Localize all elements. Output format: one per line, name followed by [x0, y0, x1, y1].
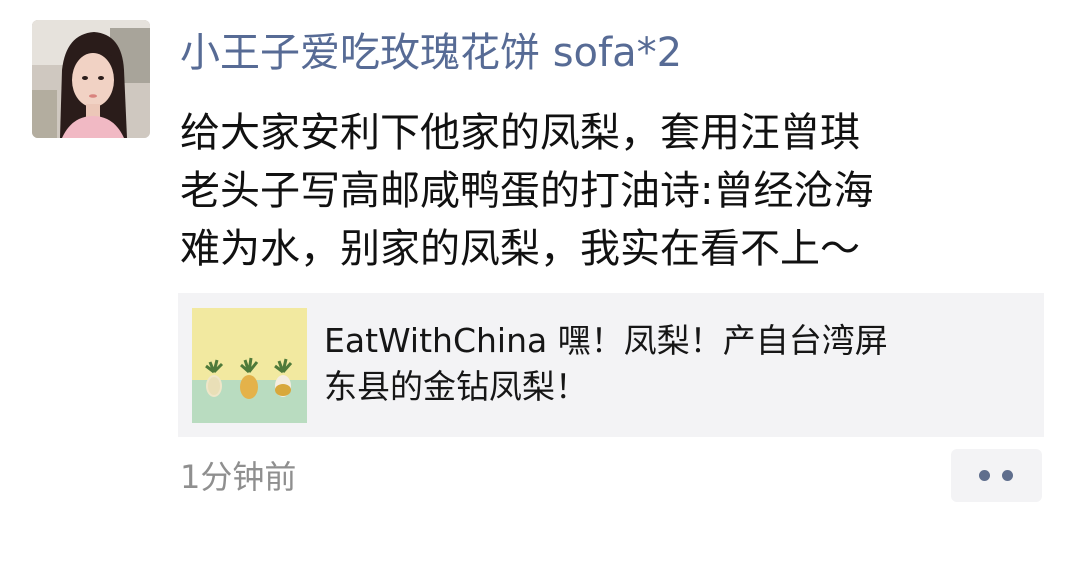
post-body-line: 难为水，别家的凤梨，我实在看不上～: [180, 226, 860, 272]
post-timestamp: 1分钟前: [180, 458, 297, 496]
more-dots-icon: [979, 470, 990, 481]
shared-link-card[interactable]: EatWithChina 嘿！凤梨！产自台湾屏 东县的金钻凤梨！: [178, 293, 1044, 437]
shared-link-title-line: EatWithChina 嘿！凤梨！产自台湾屏: [324, 321, 888, 360]
shared-link-title-line: 东县的金钻凤梨！: [324, 367, 588, 406]
more-dots-icon: [1002, 470, 1013, 481]
post-body-line: 老头子写高邮咸鸭蛋的打油诗:曾经沧海: [180, 168, 874, 214]
moments-post: 小王子爱吃玫瑰花饼 sofa*2 给大家安利下他家的凤梨，套用汪曾琪 老头子写高…: [0, 0, 1080, 583]
more-actions-button[interactable]: [951, 449, 1042, 502]
pineapple-thumbnail: [192, 308, 307, 423]
shared-link-title: EatWithChina 嘿！凤梨！产自台湾屏 东县的金钻凤梨！: [324, 318, 1024, 410]
username-link[interactable]: 小王子爱吃玫瑰花饼 sofa*2: [180, 26, 682, 80]
avatar[interactable]: [32, 20, 150, 138]
share-thumbnail: [192, 308, 307, 423]
post-body-line: 给大家安利下他家的凤梨，套用汪曾琪: [180, 110, 860, 156]
avatar-photo: [32, 20, 150, 138]
post-body-text: 给大家安利下他家的凤梨，套用汪曾琪 老头子写高邮咸鸭蛋的打油诗:曾经沧海 难为水…: [180, 104, 1055, 278]
